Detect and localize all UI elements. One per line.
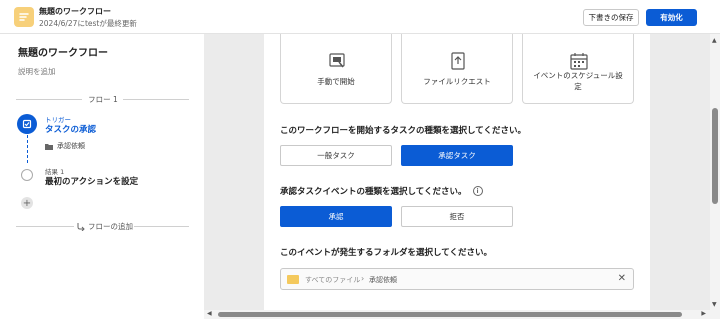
add-step-button[interactable]: + — [21, 197, 33, 209]
calendar-icon — [570, 53, 588, 70]
card-schedule-event[interactable]: イベントのスケジュール設 定 — [522, 34, 634, 104]
file-request-icon — [451, 52, 465, 70]
trigger-step-icon[interactable] — [17, 114, 37, 134]
workflow-title[interactable]: 無題のワークフロー — [39, 6, 111, 17]
workflow-app-icon — [14, 7, 34, 27]
last-updated-text: 2024/6/27にtestが最終更新 — [39, 19, 137, 28]
folder-icon — [287, 275, 299, 284]
scroll-left-icon[interactable]: ◀ — [207, 310, 212, 317]
trigger-folder-item[interactable]: 承認依頼 — [45, 141, 85, 151]
event-type-question-text: 承認タスクイベントの種類を選択してください。 — [280, 187, 467, 197]
flow-label: フロー 1 — [88, 95, 118, 104]
card-label: ファイルリクエスト — [423, 77, 491, 86]
reject-option[interactable]: 拒否 — [401, 206, 513, 227]
breadcrumb-root[interactable]: すべてのファイル — [305, 275, 360, 285]
close-icon[interactable]: ✕ — [618, 273, 626, 284]
branch-icon — [77, 223, 85, 231]
add-flow-button[interactable]: フローの追加 — [76, 221, 133, 232]
card-label: 定 — [574, 82, 582, 91]
result-step-name[interactable]: 最初のアクションを設定 — [45, 175, 138, 187]
divider — [16, 99, 82, 100]
card-file-request[interactable]: ファイルリクエスト — [401, 34, 513, 104]
approve-option[interactable]: 承認 — [280, 206, 392, 227]
chevron-right-icon: › — [361, 274, 365, 283]
scroll-thumb[interactable] — [218, 312, 682, 317]
folder-icon — [45, 143, 53, 150]
step-connector — [27, 135, 28, 163]
card-label: 手動で開始 — [317, 77, 355, 86]
folder-select-field[interactable]: すべてのファイル › 承認依頼 ✕ — [280, 268, 634, 290]
trigger-folder-label: 承認依頼 — [57, 142, 85, 150]
scroll-up-icon[interactable]: ▲ — [712, 37, 717, 44]
event-type-question: 承認タスクイベントの種類を選択してください。 i — [280, 185, 483, 197]
divider — [16, 226, 74, 227]
general-task-option[interactable]: 一般タスク — [280, 145, 392, 166]
folder-question: このイベントが発生するフォルダを選択してください。 — [280, 248, 492, 258]
flow-sidebar: 無題のワークフロー 説明を追加 フロー 1 トリガー タスクの承認 承認依頼 結… — [0, 34, 204, 319]
add-flow-label: フローの追加 — [88, 222, 133, 231]
info-icon[interactable]: i — [472, 186, 483, 196]
horizontal-scrollbar[interactable]: ◀ ▶ — [204, 310, 720, 319]
plus-icon: + — [22, 197, 32, 209]
trigger-step-name[interactable]: タスクの承認 — [45, 123, 96, 135]
save-draft-button[interactable]: 下書きの保存 — [583, 9, 639, 26]
scroll-thumb[interactable] — [712, 108, 718, 204]
card-label: イベントのスケジュール設 — [533, 71, 623, 80]
vertical-scrollbar[interactable]: ▲ ▼ — [710, 34, 720, 310]
enable-button[interactable]: 有効化 — [646, 9, 697, 26]
scroll-down-icon[interactable]: ▼ — [712, 301, 717, 308]
card-manual-start[interactable]: 手動で開始 — [280, 34, 392, 104]
sidebar-workflow-title: 無題のワークフロー — [18, 48, 108, 59]
divider — [134, 226, 189, 227]
divider — [123, 99, 189, 100]
manual-start-icon — [329, 53, 345, 68]
app-header: 無題のワークフロー 2024/6/27にtestが最終更新 下書きの保存 有効化 — [0, 0, 720, 34]
add-description-link[interactable]: 説明を追加 — [18, 66, 56, 77]
task-type-question: このワークフローを開始するタスクの種類を選択してください。 — [280, 126, 526, 136]
scroll-right-icon[interactable]: ▶ — [701, 310, 706, 317]
breadcrumb-leaf[interactable]: 承認依頼 — [369, 275, 397, 285]
result-step-icon[interactable] — [21, 169, 33, 181]
approval-task-option[interactable]: 承認タスク — [401, 145, 513, 166]
